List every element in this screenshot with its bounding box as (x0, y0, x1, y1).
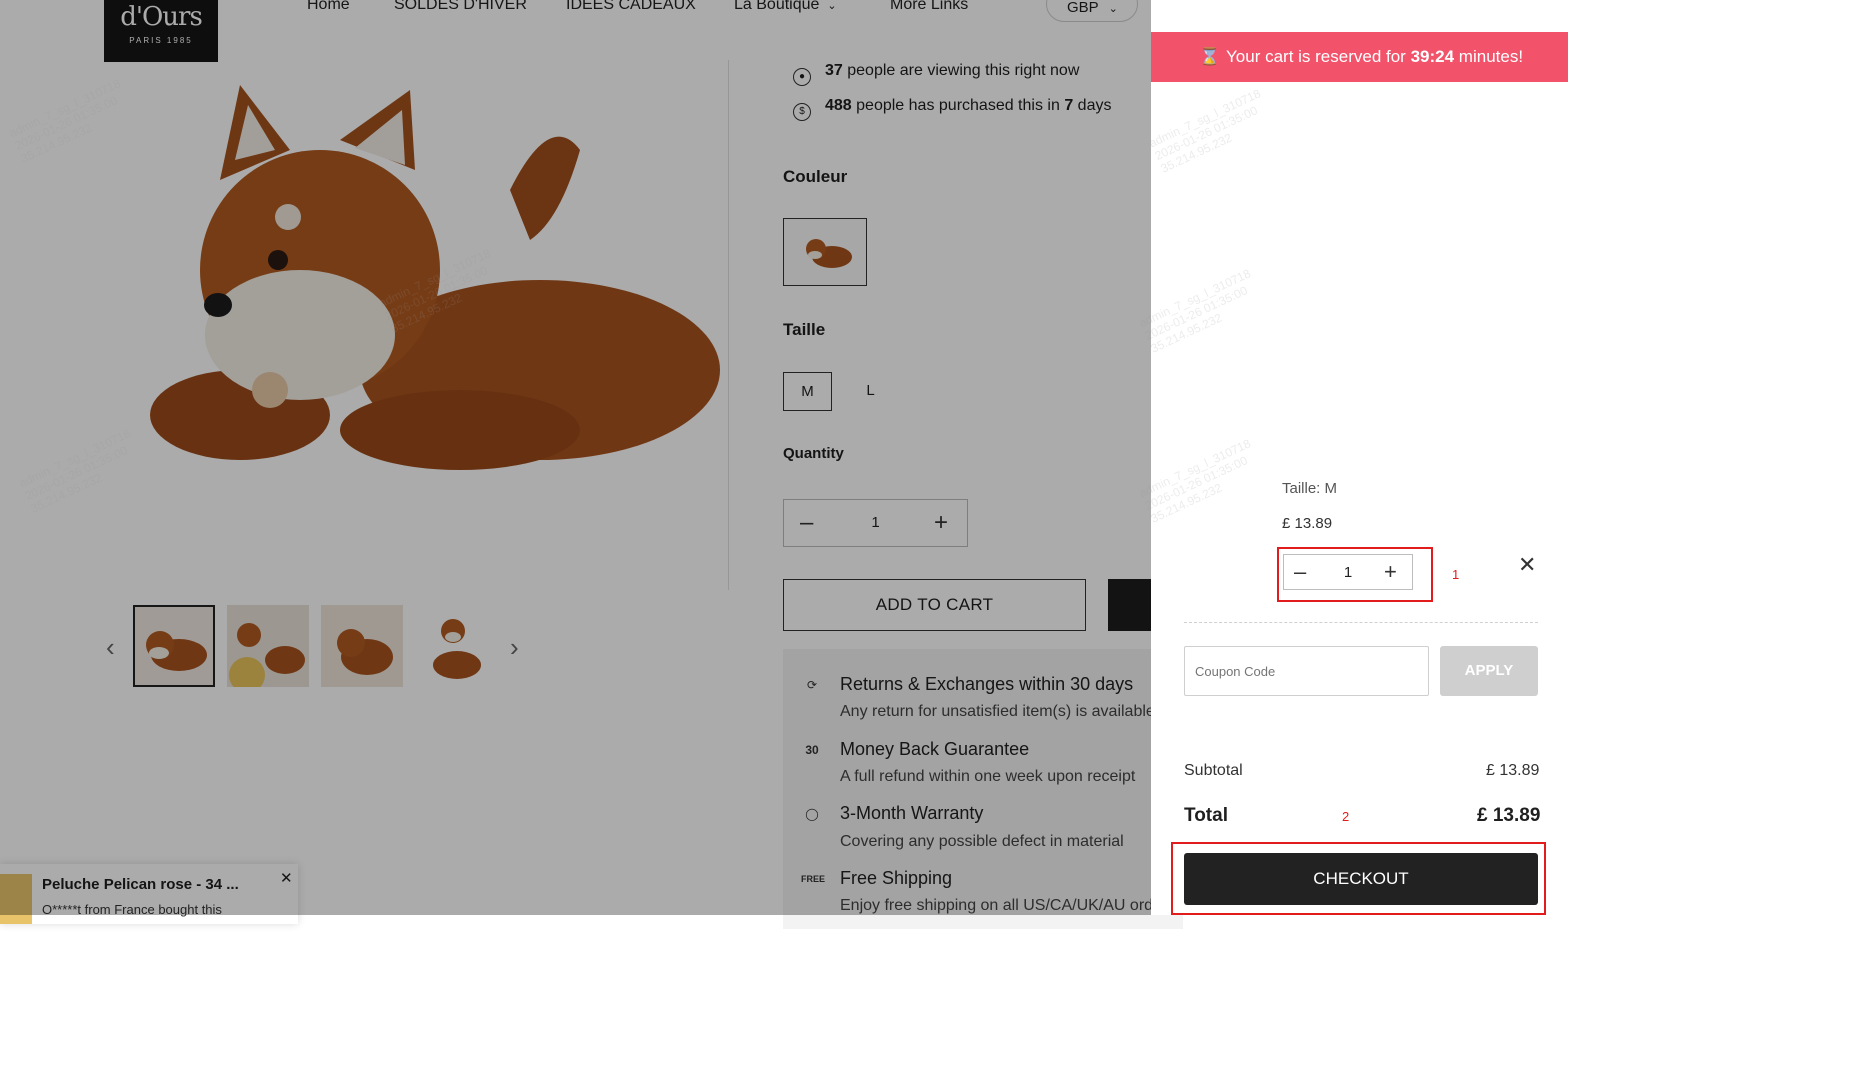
cart-item-variant: Taille: M (1282, 480, 1338, 497)
coupon-code-input[interactable] (1184, 646, 1429, 696)
cart-item-price: £ 13.89 (1282, 515, 1333, 532)
subtotal-value: £ 13.89 (1486, 762, 1540, 779)
plus-icon[interactable]: + (1384, 559, 1397, 585)
annotation-marker-2: 2 (1342, 809, 1350, 824)
subtotal-label: Subtotal (1184, 762, 1243, 779)
total-value: £ 13.89 (1477, 805, 1541, 826)
annotation-marker-1: 1 (1452, 567, 1460, 582)
reserve-time: 39:24 (1410, 47, 1455, 66)
divider (1184, 622, 1538, 623)
modal-overlay[interactable] (0, 0, 1151, 915)
cart-reserve-banner: ⌛ Your cart is reserved for 39:24 minute… (1151, 32, 1568, 82)
reserve-prefix: Your cart is reserved for (1226, 47, 1406, 66)
total-label: Total (1184, 805, 1228, 826)
cart-drawer-title (1230, 0, 1236, 12)
hourglass-icon: ⌛ (1199, 47, 1221, 66)
cart-quantity-stepper[interactable]: – 1 + (1283, 554, 1413, 590)
reserve-suffix: minutes! (1458, 47, 1524, 66)
apply-coupon-button[interactable]: APPLY (1440, 646, 1538, 696)
checkout-button[interactable]: CHECKOUT (1184, 853, 1538, 905)
close-icon[interactable]: ✕ (1518, 552, 1536, 578)
